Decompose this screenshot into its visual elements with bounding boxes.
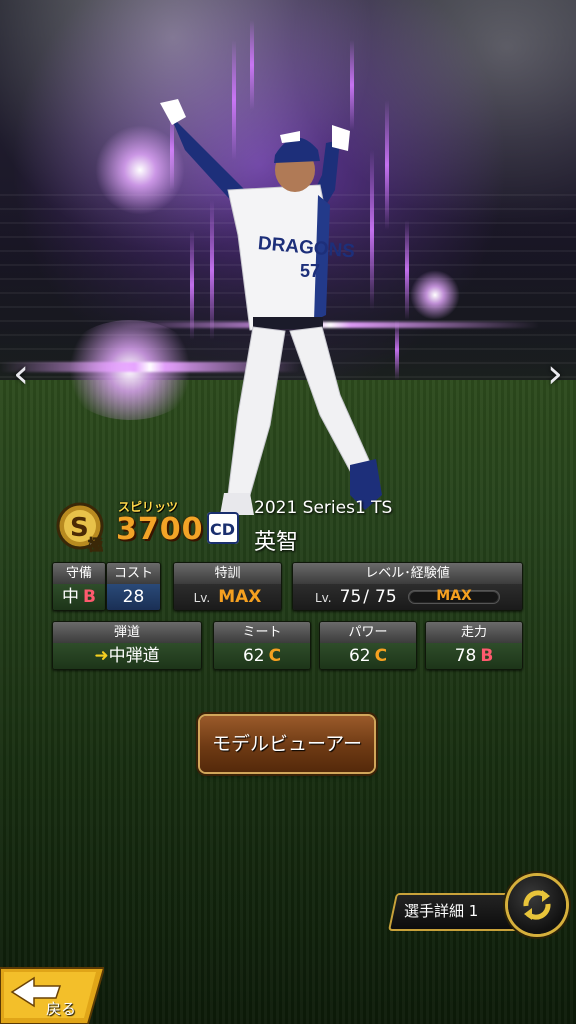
power-number: 62: [348, 646, 371, 666]
rank-letter: S: [70, 513, 89, 543]
level-current: 75: [339, 587, 362, 607]
speed-number: 78: [454, 646, 477, 666]
team-logo-text: CD: [210, 520, 235, 539]
chevron-right-icon: ›: [547, 351, 563, 397]
trajectory-text: 中弾道: [108, 646, 160, 666]
meet-panel: ミート 62 C: [213, 621, 311, 670]
trajectory-label: 弾道: [53, 622, 201, 643]
exp-max-label: MAX: [436, 588, 472, 604]
model-viewer-button[interactable]: モデルビューアー: [200, 716, 374, 772]
light-flare: [410, 270, 460, 320]
speed-panel: 走力 78 B: [425, 621, 523, 670]
defense-position: 中: [62, 587, 80, 607]
effect-ray: [405, 220, 409, 320]
switch-detail-button[interactable]: [508, 876, 566, 934]
defense-value: 中B: [53, 584, 105, 610]
glove-right: [332, 125, 350, 151]
defense-grade: B: [83, 587, 96, 607]
chevron-left-icon: ‹: [13, 351, 29, 397]
power-panel: パワー 62 C: [319, 621, 417, 670]
exp-bar: MAX: [408, 588, 501, 604]
meet-grade: C: [268, 646, 282, 666]
glove-left: [160, 99, 186, 125]
special-training-value: Lv. MAX: [174, 584, 281, 610]
power-grade: C: [374, 646, 388, 666]
back-label[interactable]: 戻る: [46, 998, 76, 1019]
power-value: 62 C: [320, 643, 416, 669]
level-max: 75: [375, 587, 397, 607]
level-exp-label: レベル･経験値: [293, 563, 522, 584]
cost-label: コスト: [107, 563, 160, 584]
card-series: 2021 Series1 TS: [254, 498, 393, 518]
rank-badge: S 極: [56, 502, 104, 554]
meet-value: 62 C: [214, 643, 310, 669]
player-name: 英智: [254, 530, 299, 555]
trajectory-arrow-icon: ➜: [94, 646, 109, 666]
level-exp-value: Lv. 75/75 MAX: [293, 584, 522, 610]
special-training-lv: Lv.: [193, 591, 211, 605]
speed-grade: B: [480, 646, 494, 666]
meet-number: 62: [242, 646, 265, 666]
team-logo-icon: CD: [207, 512, 239, 544]
rank-sub: 極: [87, 536, 103, 554]
level-lv: Lv.: [314, 591, 332, 605]
trajectory-value: ➜中弾道: [53, 643, 201, 669]
player-detail-label[interactable]: 選手詳細 1: [404, 900, 478, 921]
special-training-label: 特訓: [174, 563, 281, 584]
trajectory-panel: 弾道 ➜中弾道: [52, 621, 202, 670]
cost-panel: コスト 28: [106, 562, 161, 611]
next-player-button[interactable]: ›: [540, 352, 570, 396]
level-separator: /: [363, 587, 369, 607]
prev-player-button[interactable]: ‹: [6, 352, 36, 396]
level-exp-panel: レベル･経験値 Lv. 75/75 MAX: [292, 562, 523, 611]
power-label: パワー: [320, 622, 416, 643]
defense-panel: 守備 中B: [52, 562, 106, 611]
speed-label: 走力: [426, 622, 522, 643]
spirits-value: 3700: [116, 512, 204, 547]
speed-value: 78 B: [426, 643, 522, 669]
cost-value: 28: [107, 584, 160, 610]
player-figure: DRAGONS 57: [160, 99, 382, 515]
special-training-max: MAX: [218, 587, 262, 607]
special-training-panel: 特訓 Lv. MAX: [173, 562, 282, 611]
jersey-number-text: 57: [300, 261, 320, 281]
meet-label: ミート: [214, 622, 310, 643]
defense-label: 守備: [53, 563, 105, 584]
switch-arrows-icon: [523, 890, 551, 920]
